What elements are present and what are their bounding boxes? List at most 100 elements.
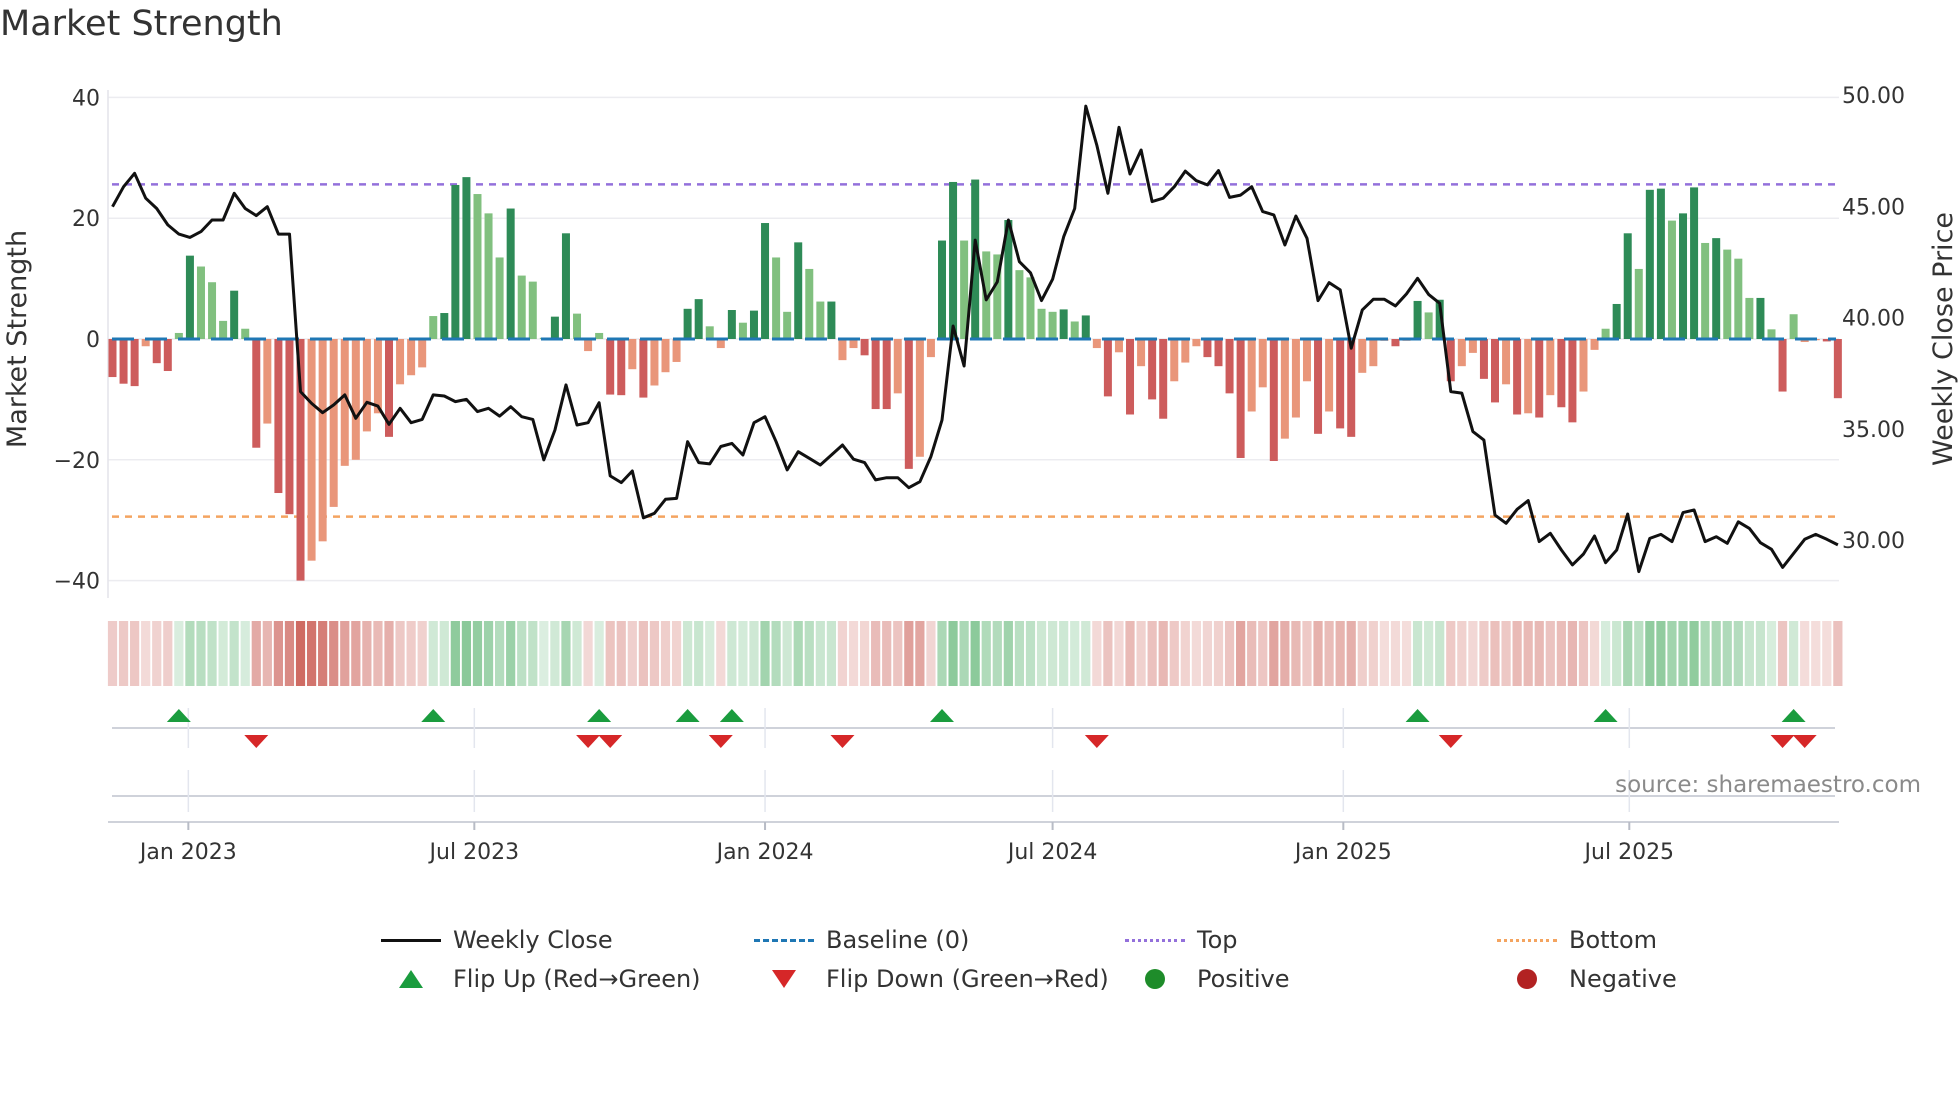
strip-cell <box>882 621 892 686</box>
strength-bar <box>1634 268 1643 339</box>
strip-cell <box>793 621 803 686</box>
strip-cell <box>229 621 239 686</box>
strength-bar <box>1302 339 1311 382</box>
x-tick-label: Jan 2025 <box>1293 840 1392 865</box>
strip-cell <box>1247 621 1257 686</box>
strength-bar <box>617 339 626 396</box>
strip-cell <box>992 621 1002 686</box>
flip-up-marker <box>1593 709 1618 722</box>
strip-cell <box>1313 621 1323 686</box>
strip-cell <box>439 621 449 686</box>
strip-cell <box>1014 621 1025 686</box>
strip-cell <box>1833 621 1843 686</box>
strength-bar <box>882 339 891 410</box>
strength-bar <box>1236 339 1245 458</box>
strength-bar <box>1325 339 1334 412</box>
strip-cell <box>483 621 494 686</box>
strip-cell <box>649 621 660 686</box>
strength-bar <box>650 339 659 386</box>
strip-cell <box>1136 621 1146 686</box>
strip-cell <box>616 621 626 686</box>
strength-bar <box>926 339 935 358</box>
strength-bar <box>418 339 427 368</box>
strip-cell <box>1755 621 1766 686</box>
strength-bar <box>1491 339 1499 403</box>
strip-cell <box>1302 621 1312 686</box>
strength-bar <box>1601 328 1610 339</box>
legend-flip-down: Flip Down (Green→Red) <box>754 961 1109 997</box>
strength-bar <box>1181 339 1190 363</box>
strength-bar <box>1336 339 1345 429</box>
strip-cell <box>727 621 737 686</box>
strip-cell <box>1601 621 1611 686</box>
strip-cell <box>1766 621 1777 686</box>
strength-bar <box>1347 339 1356 437</box>
strip-cell <box>163 621 173 686</box>
strength-bar <box>307 339 316 561</box>
source-note: source: sharemaestro.com <box>1615 772 1921 798</box>
strength-bar <box>1037 308 1046 339</box>
strength-bar <box>429 316 438 339</box>
x-tick-label: Jul 2023 <box>428 840 520 865</box>
strip-cell <box>1169 621 1179 686</box>
flip-up-marker <box>166 709 191 722</box>
strip-cell <box>1224 621 1235 686</box>
strength-bar <box>1502 339 1511 385</box>
strength-bar <box>1225 339 1234 394</box>
x-tick-label: Jul 2025 <box>1583 840 1675 865</box>
flip-up-marker <box>719 709 744 722</box>
y-tick-label: −40 <box>54 570 100 595</box>
strength-bar <box>219 320 228 339</box>
strip-cell <box>1501 621 1511 686</box>
strip-cell <box>1324 621 1334 686</box>
flip-up-marker <box>1405 709 1430 722</box>
strip-cell <box>152 621 162 686</box>
strength-bar <box>606 339 615 395</box>
strength-bar <box>1778 339 1787 392</box>
flip-down-marker <box>576 735 601 748</box>
legend: Weekly Close Baseline (0) Top Bottom Fli… <box>0 918 1960 1008</box>
strip-cell <box>871 621 881 686</box>
strip-cell <box>340 621 350 686</box>
strength-bar <box>1679 213 1688 339</box>
y2-tick-label: 30.00 <box>1842 529 1905 554</box>
y-axis-left: 40 20 0 −20 −40 <box>54 86 100 594</box>
strip-cell <box>1213 621 1224 686</box>
strength-bar <box>407 339 416 376</box>
strip-cell <box>450 621 460 686</box>
strength-bar <box>1557 339 1566 408</box>
strip-cell <box>1390 621 1401 686</box>
strength-bar <box>473 194 482 339</box>
strip-cell <box>218 621 228 686</box>
strength-bar <box>1269 339 1278 462</box>
strength-bar <box>550 316 559 339</box>
strength-bar <box>1734 258 1743 339</box>
strip-cell <box>893 621 903 686</box>
strip-cell <box>539 621 549 686</box>
strip-cell <box>904 621 914 686</box>
strip-cell <box>1269 621 1279 686</box>
strip-cell <box>1059 621 1069 686</box>
strength-bar <box>628 339 637 370</box>
strip-cell <box>738 621 748 686</box>
strength-bar <box>1092 339 1101 349</box>
strip-cell <box>1789 621 1799 686</box>
strip-cell <box>273 621 283 686</box>
strip-cell <box>1490 621 1500 686</box>
strip-cell <box>506 621 516 686</box>
strength-bar <box>1756 297 1765 339</box>
strength-bar <box>1081 315 1090 339</box>
strip-cell <box>627 621 637 686</box>
strength-bar <box>373 339 382 414</box>
strength-bar <box>1280 339 1289 439</box>
y-tick-label: 40 <box>72 86 100 111</box>
strip-cell <box>749 621 759 686</box>
strength-bar <box>506 208 515 339</box>
flip-up-marker <box>675 709 700 722</box>
strength-bar <box>1546 339 1555 396</box>
strip-cell <box>1623 621 1633 686</box>
red-dot-icon <box>1497 969 1557 989</box>
strength-bar <box>1479 339 1488 379</box>
flip-down-marker <box>830 735 855 748</box>
strip-cell <box>1147 621 1157 686</box>
